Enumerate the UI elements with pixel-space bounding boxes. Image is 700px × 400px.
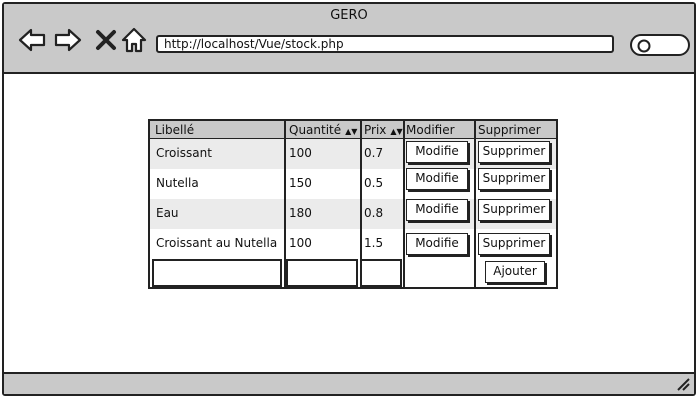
cell-prix: 0.7 bbox=[364, 146, 384, 160]
status-bar bbox=[4, 372, 694, 394]
header-divider bbox=[150, 138, 556, 139]
cell-prix: 1.5 bbox=[364, 236, 384, 250]
column-divider bbox=[474, 121, 476, 287]
delete-button[interactable]: Supprimer bbox=[478, 168, 550, 190]
back-arrow-icon[interactable] bbox=[18, 26, 46, 54]
modify-button[interactable]: Modifie bbox=[406, 141, 468, 163]
search-box[interactable] bbox=[630, 34, 690, 56]
column-divider bbox=[403, 121, 405, 287]
browser-chrome: GERO http://localhost/Vue/stock.php bbox=[4, 4, 694, 74]
modify-button[interactable]: Modifie bbox=[406, 168, 468, 190]
cell-quantite: 100 bbox=[289, 146, 312, 160]
delete-button[interactable]: Supprimer bbox=[478, 141, 550, 163]
column-header-modifier: Modifier bbox=[406, 123, 455, 137]
modify-button[interactable]: Modifie bbox=[406, 199, 468, 221]
modify-button[interactable]: Modifie bbox=[406, 233, 468, 255]
column-header-supprimer: Supprimer bbox=[478, 123, 541, 137]
home-icon[interactable] bbox=[120, 26, 148, 54]
cell-libelle: Eau bbox=[156, 206, 179, 220]
browser-window: GERO http://localhost/Vue/stock.php Libe… bbox=[2, 2, 696, 396]
stock-table: Libellé Quantité ▲▼ Prix ▲▼ Modifier Suppr… bbox=[148, 119, 558, 289]
add-button[interactable]: Ajouter bbox=[485, 261, 545, 283]
search-icon bbox=[637, 39, 651, 53]
column-header-prix[interactable]: Prix ▲▼ bbox=[364, 123, 403, 137]
cell-prix: 0.5 bbox=[364, 176, 384, 190]
sort-icon[interactable]: ▲▼ bbox=[345, 127, 357, 136]
cell-libelle: Croissant au Nutella bbox=[156, 236, 278, 250]
cell-libelle: Nutella bbox=[156, 176, 199, 190]
forward-arrow-icon[interactable] bbox=[54, 26, 82, 54]
resize-grip-icon[interactable] bbox=[676, 377, 690, 391]
window-title: GERO bbox=[330, 8, 368, 23]
cell-quantite: 180 bbox=[289, 206, 312, 220]
close-icon[interactable] bbox=[92, 26, 120, 54]
cell-libelle: Croissant bbox=[156, 146, 212, 160]
delete-button[interactable]: Supprimer bbox=[478, 233, 550, 255]
delete-button[interactable]: Supprimer bbox=[478, 199, 550, 221]
cell-quantite: 100 bbox=[289, 236, 312, 250]
cell-quantite: 150 bbox=[289, 176, 312, 190]
new-libelle-input[interactable] bbox=[152, 259, 282, 287]
column-header-libelle[interactable]: Libellé bbox=[155, 123, 194, 137]
column-header-quantite[interactable]: Quantité ▲▼ bbox=[289, 123, 357, 137]
sort-icon[interactable]: ▲▼ bbox=[390, 127, 402, 136]
url-bar[interactable]: http://localhost/Vue/stock.php bbox=[156, 35, 614, 53]
new-quantite-input[interactable] bbox=[286, 259, 358, 287]
new-prix-input[interactable] bbox=[360, 259, 402, 287]
cell-prix: 0.8 bbox=[364, 206, 384, 220]
